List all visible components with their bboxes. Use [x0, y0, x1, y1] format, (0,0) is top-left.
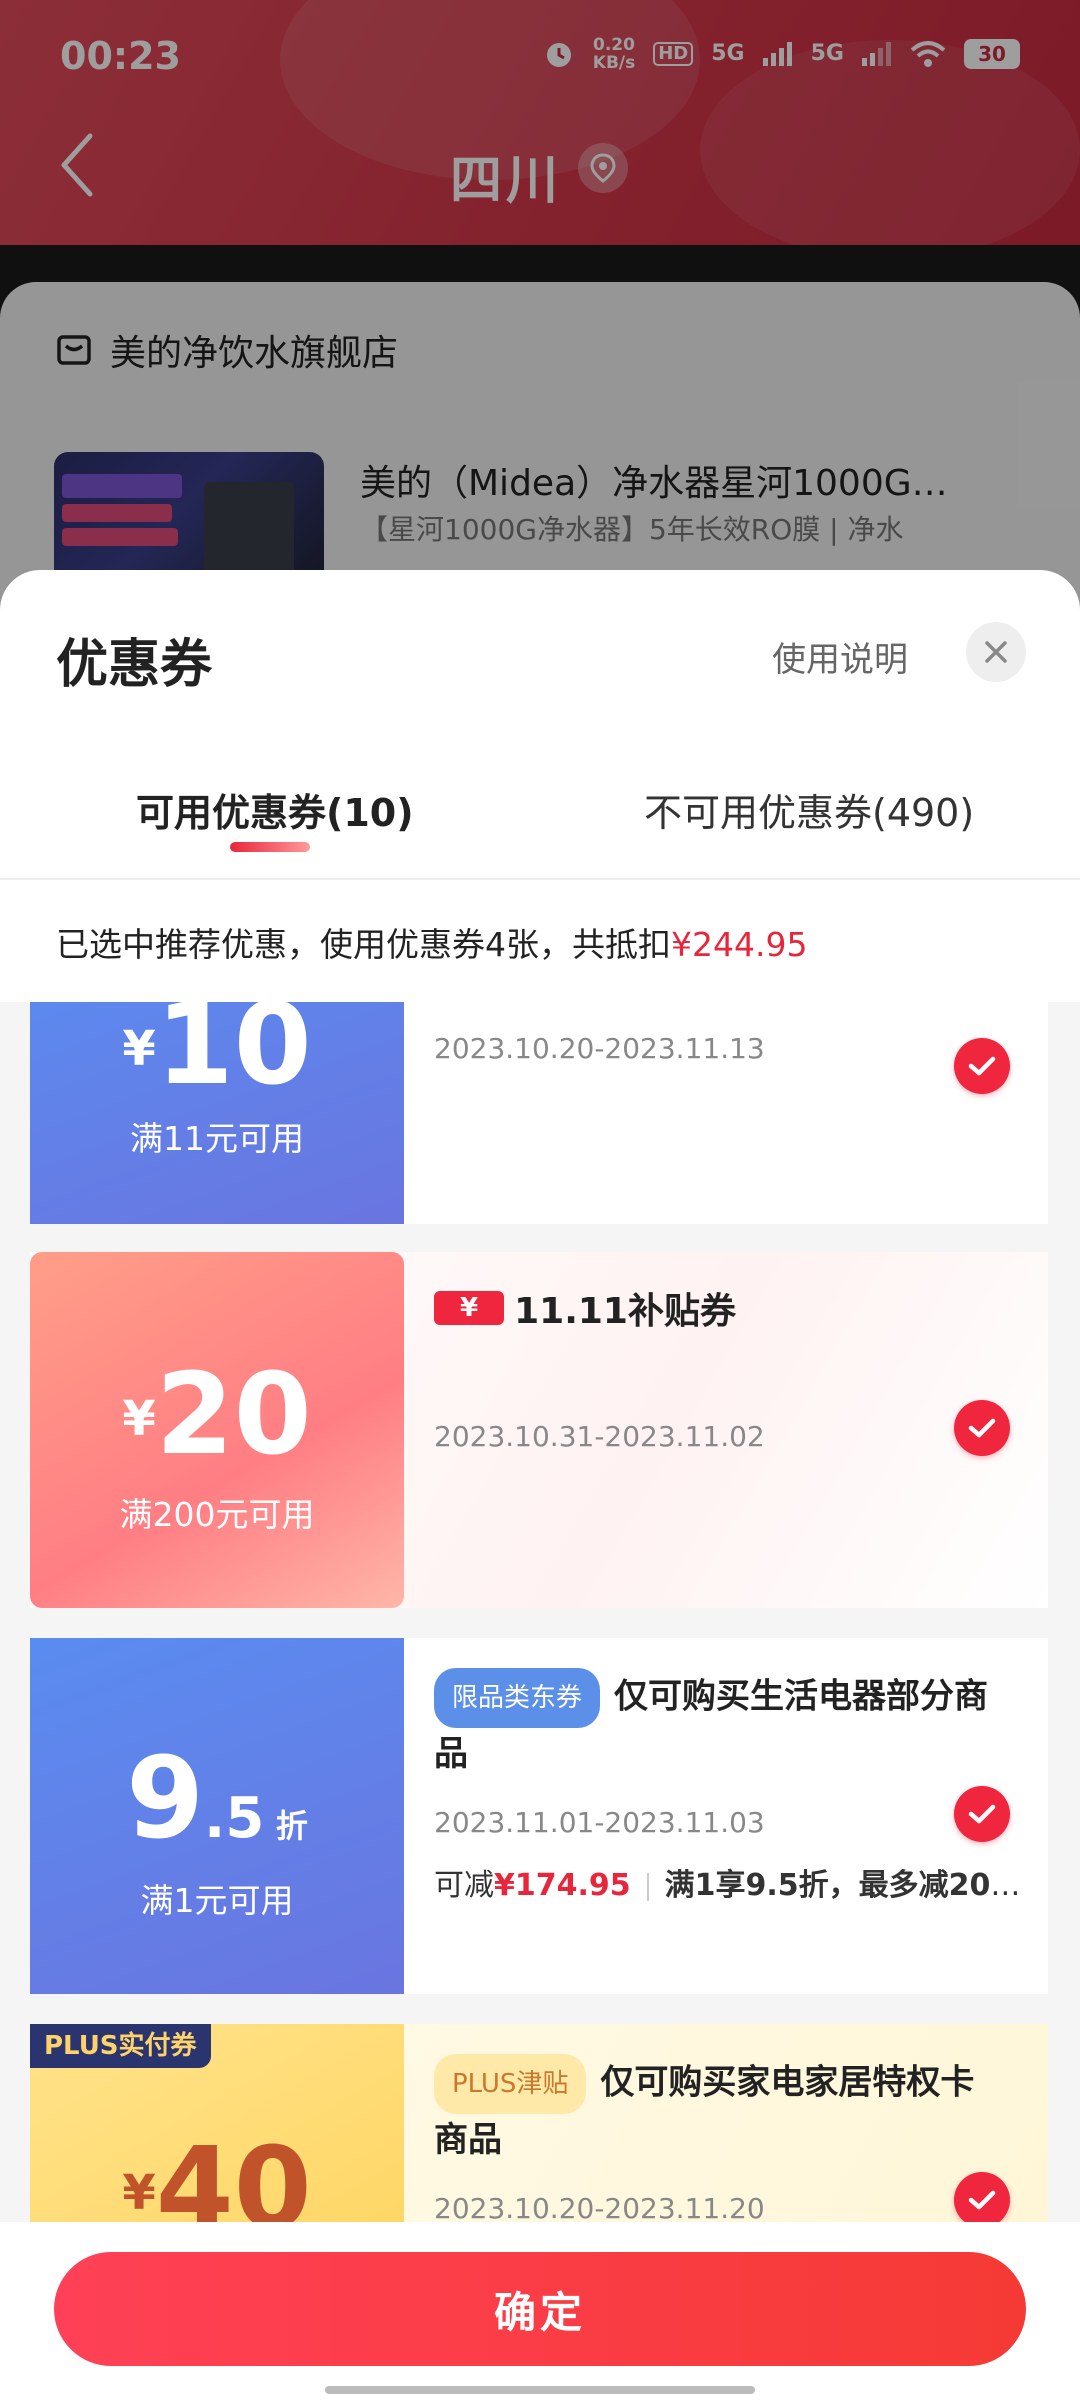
discount-rule: 满1享9.5折，最多减200…: [664, 1868, 1034, 1903]
coupon-card[interactable]: ¥40 PLUS实付券 PLUS津贴 仅可购买家电家居特权卡商品 2023.10.…: [30, 2024, 1048, 2222]
discount-int: 9: [126, 1734, 205, 1864]
check-icon: [968, 1418, 996, 1438]
yen-symbol: ¥: [122, 2165, 156, 2221]
save-prefix: 可减: [434, 1868, 494, 1903]
save-amount: ¥174.95: [494, 1868, 631, 1903]
coupon-date: 2023.10.31-2023.11.02: [434, 1420, 765, 1453]
bottom-bar: 确定: [0, 2222, 1080, 2400]
coupon-amount: ¥10: [30, 1002, 404, 1110]
coupon-amount: ¥20: [30, 1350, 404, 1480]
promo-label: ¥ 11.11补贴券: [434, 1282, 736, 1334]
selection-summary: 已选中推荐优惠，使用优惠券4张，共抵扣¥244.95: [56, 918, 807, 966]
sheet-title: 优惠券: [56, 635, 213, 695]
plus-badge: PLUS实付券: [30, 2024, 211, 2068]
coupon-value-panel: 9.5 折 满1元可用: [30, 1638, 404, 1994]
coupon-checkbox[interactable]: [954, 2172, 1010, 2222]
tab-unavailable[interactable]: 不可用优惠券(490): [644, 782, 974, 837]
coupon-description: PLUS津贴 仅可购买家电家居特权卡商品: [434, 2054, 994, 2166]
check-icon: [968, 1056, 996, 1076]
confirm-button[interactable]: 确定: [54, 2252, 1026, 2366]
yen-symbol: ¥: [122, 1391, 156, 1447]
amount-value: 10: [155, 1002, 312, 1110]
home-indicator[interactable]: [325, 2386, 755, 2394]
coupon-condition: 满1元可用: [140, 1881, 294, 1920]
coupon-condition: 满200元可用: [119, 1495, 315, 1534]
coupon-tabs: 可用优惠券(10) 不可用优惠券(490): [0, 770, 1080, 880]
coupon-value-panel: ¥10 满11元可用: [30, 1002, 404, 1224]
yen-symbol: ¥: [122, 1021, 156, 1077]
coupon-detail: 2023.10.20-2023.11.13: [404, 1002, 1048, 1224]
category-tag: 限品类东券: [434, 1668, 601, 1728]
tab-active-indicator: [230, 842, 310, 852]
coupon-detail: ¥ 11.11补贴券 2023.10.31-2023.11.02: [404, 1252, 1048, 1608]
coupon-value-panel: ¥20 满200元可用: [30, 1252, 404, 1608]
amount-value: 20: [155, 1350, 312, 1480]
summary-text: 已选中推荐优惠，使用优惠券4张，共抵扣: [56, 925, 671, 964]
coupon-checkbox[interactable]: [954, 1786, 1010, 1842]
tab-available[interactable]: 可用优惠券(10): [136, 782, 414, 837]
coupon-date: 2023.10.20-2023.11.13: [434, 1032, 765, 1065]
coupon-date: 2023.11.01-2023.11.03: [434, 1806, 765, 1839]
coupon-condition: 满11元可用: [130, 1119, 304, 1158]
coupon-date: 2023.10.20-2023.11.20: [434, 2192, 765, 2222]
coupon-amount: 9.5 折: [30, 1734, 404, 1864]
promo-yen-badge: ¥: [434, 1291, 505, 1325]
coupon-card[interactable]: ¥10 满11元可用 2023.10.20-2023.11.13: [30, 1002, 1048, 1224]
coupon-card[interactable]: 9.5 折 满1元可用 限品类东券 仅可购买生活电器部分商品 2023.11.01…: [30, 1638, 1048, 1994]
coupon-sheet: 优惠券 使用说明 可用优惠券(10) 不可用优惠券(490) 已选中推荐优惠，使…: [0, 570, 1080, 2400]
coupon-amount: ¥40: [30, 2124, 404, 2222]
coupon-savings: 可减¥174.95 满1享9.5折，最多减200…: [434, 1860, 1034, 1904]
coupon-detail: PLUS津贴 仅可购买家电家居特权卡商品 2023.10.20-2023.11.2…: [404, 2024, 1048, 2222]
discount-unit: 折: [275, 1807, 308, 1845]
coupon-detail: 限品类东券 仅可购买生活电器部分商品 2023.11.01-2023.11.03 …: [404, 1638, 1048, 1994]
coupon-list[interactable]: ¥10 满11元可用 2023.10.20-2023.11.13 ¥20 满20…: [0, 1002, 1080, 2222]
close-icon: [985, 641, 1007, 663]
coupon-card[interactable]: ¥20 满200元可用 ¥ 11.11补贴券 2023.10.31-2023.1…: [30, 1252, 1048, 1608]
discount-dec: .5: [204, 1786, 265, 1851]
coupon-checkbox[interactable]: [954, 1400, 1010, 1456]
usage-help-link[interactable]: 使用说明: [772, 632, 908, 681]
amount-value: 40: [155, 2124, 312, 2222]
check-icon: [968, 2190, 996, 2210]
close-button[interactable]: [966, 622, 1026, 682]
category-tag: PLUS津贴: [434, 2054, 587, 2114]
check-icon: [968, 1804, 996, 1824]
promo-title: 11.11补贴券: [514, 1291, 736, 1332]
summary-amount: ¥244.95: [671, 925, 808, 964]
coupon-description: 限品类东券 仅可购买生活电器部分商品: [434, 1668, 994, 1780]
coupon-checkbox[interactable]: [954, 1038, 1010, 1094]
